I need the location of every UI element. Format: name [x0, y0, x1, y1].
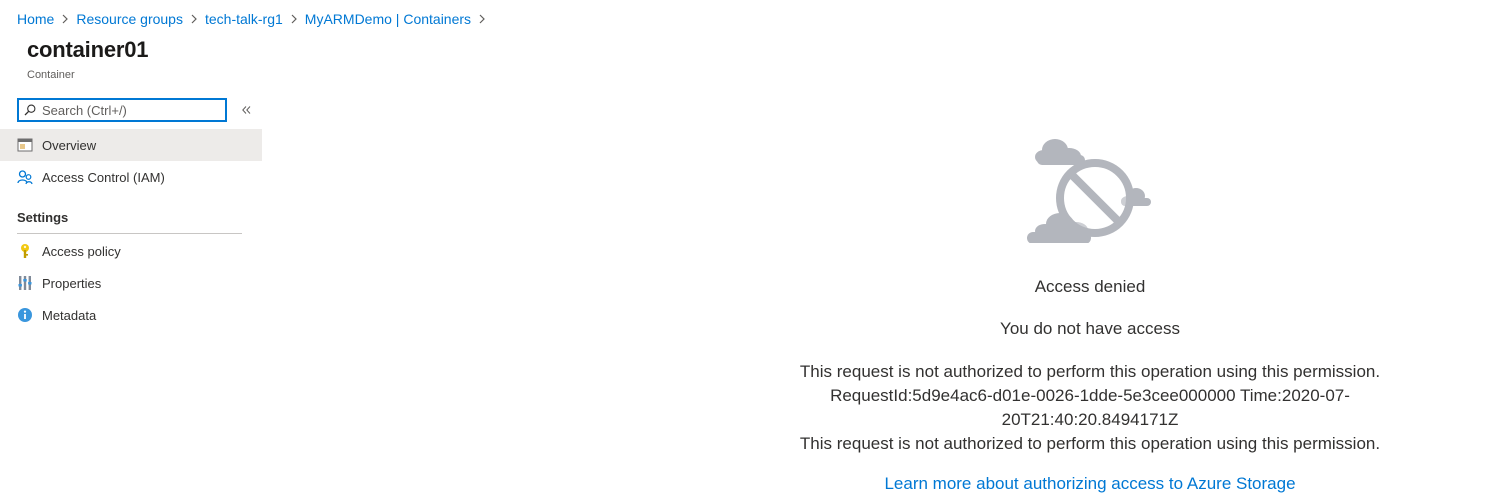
double-chevron-left-icon — [242, 106, 251, 114]
sidebar-item-label: Metadata — [42, 307, 97, 323]
breadcrumb-resource-group[interactable]: tech-talk-rg1 — [205, 11, 283, 27]
section-header-settings: Settings — [17, 210, 69, 225]
page-subtitle: Container — [27, 69, 75, 81]
chevron-right-icon — [471, 10, 493, 28]
breadcrumb-containers[interactable]: MyARMDemo | Containers — [305, 11, 471, 27]
sidebar-nav: Overview Access Control (IAM) — [0, 129, 262, 193]
breadcrumb-home[interactable]: Home — [17, 11, 54, 27]
sidebar-item-metadata[interactable]: Metadata — [0, 299, 262, 331]
page-title: container01 — [27, 37, 149, 62]
sidebar-settings-nav: Access policy Properties Metadata — [0, 235, 262, 331]
properties-icon — [17, 275, 33, 291]
learn-more-link[interactable]: Learn more about authorizing access to A… — [740, 474, 1440, 494]
sidebar-item-label: Properties — [42, 275, 102, 291]
request-id-line: RequestId:5d9e4ac6-d01e-0026-1dde-5e3cee… — [830, 386, 1350, 429]
breadcrumb: Home Resource groups tech-talk-rg1 MyARM… — [17, 10, 493, 28]
error-subtitle: You do not have access — [1000, 319, 1180, 338]
sidebar-item-label: Access policy — [42, 243, 121, 259]
overview-icon — [17, 137, 33, 153]
search-box[interactable] — [17, 98, 227, 122]
access-denied-cloud-icon — [1027, 139, 1151, 243]
sidebar-item-properties[interactable]: Properties — [0, 267, 262, 299]
section-divider — [17, 233, 242, 234]
sidebar-item-label: Overview — [42, 137, 97, 153]
sidebar-item-overview[interactable]: Overview — [0, 129, 262, 161]
sidebar-item-label: Access Control (IAM) — [42, 169, 165, 185]
sidebar-item-access-policy[interactable]: Access policy — [0, 235, 262, 267]
error-title: Access denied — [1034, 277, 1146, 296]
chevron-right-icon — [183, 10, 205, 28]
error-detail-line: This request is not authorized to perfor… — [799, 362, 1381, 381]
sidebar-item-access-control[interactable]: Access Control (IAM) — [0, 161, 262, 193]
chevron-right-icon — [283, 10, 305, 28]
breadcrumb-resource-groups[interactable]: Resource groups — [76, 11, 183, 27]
search-input[interactable] — [42, 102, 217, 118]
people-icon — [17, 169, 33, 185]
info-icon — [17, 307, 33, 323]
chevron-right-icon — [54, 10, 76, 28]
error-detail: This request is not authorized to perfor… — [780, 360, 1400, 456]
error-detail-line: This request is not authorized to perfor… — [799, 434, 1381, 453]
collapse-sidebar-button[interactable] — [238, 101, 254, 119]
key-icon — [17, 243, 33, 259]
search-icon — [24, 104, 36, 116]
